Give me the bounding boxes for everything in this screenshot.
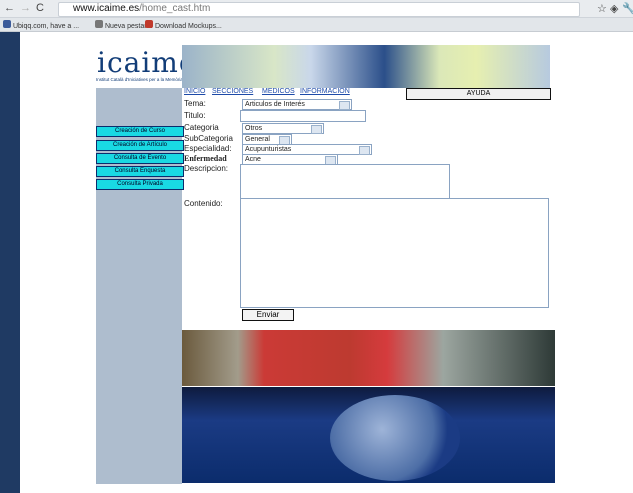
subcategoria-value: General [245, 136, 270, 143]
sidebar-consulta-enquesta[interactable]: Consulta Enquesta [96, 166, 184, 177]
descripcion-label: Descripcion: [184, 164, 229, 173]
bookmark-download-mockups[interactable]: Download Mockups... [145, 20, 222, 30]
reload-icon[interactable]: C [36, 2, 44, 14]
sidebar-consulta-privada[interactable]: Consulta Privada [96, 179, 184, 190]
wrench-icon[interactable]: 🔧 [622, 2, 633, 15]
extension-icon[interactable]: ◈ [610, 2, 618, 15]
tema-select[interactable]: Articulos de Interés [242, 99, 352, 110]
menu-medicos[interactable]: MEDICOS [262, 88, 295, 95]
menu-inicio[interactable]: INICIO [184, 88, 205, 95]
contenido-label: Contenido: [184, 199, 223, 208]
bookmark-nueva-pestana[interactable]: Nueva pestaña [95, 20, 152, 30]
url-text[interactable]: www.icaime.es/home_cast.htm [73, 3, 210, 14]
sidebar-crear-articulo[interactable]: Creación de Artículo [96, 140, 184, 151]
chevron-down-icon [339, 101, 350, 110]
especialidad-value: Acupunturistas [245, 146, 292, 153]
bookmark-label: Ubiqq.com, have a ... [12, 23, 80, 30]
chevron-down-icon [359, 146, 370, 155]
ubiqq-icon [3, 20, 11, 28]
categoria-value: Otros [245, 125, 263, 132]
header-banner [182, 45, 550, 88]
contenido-textarea[interactable] [240, 198, 549, 308]
tema-label: Tema: [184, 99, 206, 108]
titulo-label: Titulo: [184, 111, 206, 120]
bookmark-label: Download Mockups... [154, 23, 222, 30]
subcategoria-label: SubCategoria [184, 134, 233, 143]
new-tab-icon [95, 20, 103, 28]
url-path: /home_cast.htm [139, 3, 211, 14]
categoria-select[interactable]: Otros [242, 123, 324, 134]
enfermedad-label: Enfermedad [184, 154, 227, 163]
help-button[interactable]: AYUDA [406, 88, 551, 100]
menu-secciones[interactable]: SECCIONES [212, 88, 253, 95]
categoria-label: Categoria [184, 123, 219, 132]
mockups-icon [145, 20, 153, 28]
chevron-down-icon [311, 125, 322, 134]
url-host: www.icaime.es [73, 3, 140, 14]
titulo-input[interactable] [240, 110, 366, 122]
sidebar-crear-curso[interactable]: Creación de Curso [96, 126, 184, 137]
tema-value: Articulos de Interés [245, 101, 305, 108]
descripcion-textarea[interactable] [240, 164, 450, 199]
especialidad-label: Especialidad: [184, 144, 232, 153]
star-icon[interactable]: ☆ [597, 2, 607, 15]
logo-subtitle: Institut Català d'Iniciatives per a la M… [96, 77, 183, 82]
enviar-button[interactable]: Enviar [242, 309, 294, 321]
forward-icon[interactable]: → [20, 2, 31, 14]
bookmark-ubiqq[interactable]: Ubiqq.com, have a ... [3, 20, 79, 30]
person-photo [330, 395, 460, 481]
office-photo [182, 330, 555, 386]
back-icon[interactable]: ← [4, 2, 15, 14]
enfermedad-value: Acne [245, 156, 261, 163]
menu-informacion[interactable]: INFORMACION [300, 88, 350, 95]
sidebar-consulta-evento[interactable]: Consulta de Evento [96, 153, 184, 164]
